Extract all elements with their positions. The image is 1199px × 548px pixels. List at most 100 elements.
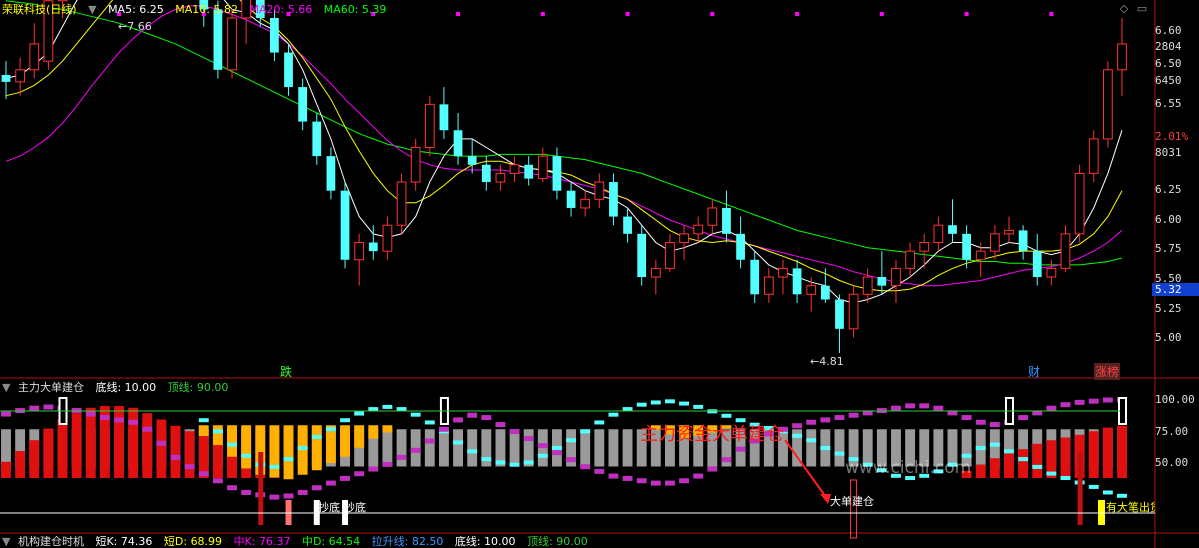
magenta-mark [170,454,181,460]
signal-dot [710,12,715,16]
high-annotation: ←7.66 [118,20,152,33]
candle-body [989,233,1000,252]
candle-body [778,267,788,278]
magenta-mark [707,466,718,472]
candle-body [57,0,68,2]
signal-dot [625,12,630,16]
candle-body [1032,251,1042,278]
cyan-mark [721,413,732,418]
bottom-label-2: 抄底 [344,501,366,514]
kline-chart[interactable] [0,0,1199,548]
candle-body [439,104,449,131]
cyan-mark [283,457,294,462]
ma60-label: MA60: 5.39 [323,3,387,16]
gray-bar [608,429,619,467]
diamond-icon[interactable]: ◇ [1118,3,1130,15]
cyan-mark [594,420,605,425]
signal-dot [1049,12,1054,16]
gray-bar [806,429,817,467]
stock-title[interactable]: 荣联科技 [2,3,46,16]
red-bar [1117,425,1127,478]
red-bar [989,458,1000,478]
candle-body [736,233,745,260]
axis-label: 6.50 [1155,57,1182,70]
candle-body [975,250,986,261]
candle-body [933,224,944,243]
candle-body [537,155,548,180]
cyan-mark [537,453,548,458]
magenta-mark [424,438,435,444]
cyan-mark [198,418,209,423]
sell-signal-label: 有大笔出货 [1106,501,1155,514]
red-bar [43,428,54,478]
indicator-axis-label: 75.00 [1155,425,1189,438]
gray-bar [580,429,591,467]
magenta-mark [99,415,110,421]
collapse-icon[interactable]: ▼ [88,3,96,16]
magenta-mark [919,403,930,409]
cyan-mark [495,460,506,465]
indicator-axis-label: 100.00 [1155,393,1195,406]
axis-label: 5.00 [1155,331,1182,344]
magenta-mark [184,464,195,470]
collapse-icon[interactable]: ▼ [2,536,10,548]
gold-bar [354,425,365,448]
magenta-mark [693,473,704,479]
ma5-line [5,0,1123,304]
event-marker-rise[interactable]: 涨榜 [1094,363,1121,380]
gold-bar [382,425,393,433]
magenta-mark [622,475,633,481]
collapse-icon[interactable]: ▼ [2,381,10,394]
bottom-strip: ▼ 机构建仓时机 短K: 74.36 短D: 68.99 中K: 76.37 中… [2,536,1152,548]
cyan-mark [509,462,520,467]
magenta-mark [340,475,350,481]
axis-label: 6.00 [1155,213,1182,226]
gold-bar [340,425,350,457]
candle-body [763,276,774,295]
red-bar [156,419,167,478]
cyan-mark [989,442,1000,447]
candle-body [552,156,562,191]
magenta-mark [227,485,237,491]
event-marker-fall[interactable]: 跌 [280,363,292,380]
big-order-bar [1077,452,1083,525]
event-marker-finance[interactable]: 财 [1028,363,1040,380]
gold-bar [283,425,294,480]
cyan-mark [424,420,435,425]
magenta-mark [1,411,11,417]
cyan-mark [227,442,237,447]
magenta-mark [523,436,534,442]
indicator-name[interactable]: 主力大单建仓 [18,381,84,394]
callout-label: 主力资金大单建仓 [640,424,784,445]
cyan-mark [1046,471,1057,476]
magenta-mark [495,422,506,428]
red-bar [114,406,124,478]
restore-icon[interactable]: ▭ [1136,3,1148,15]
magenta-mark [241,489,252,495]
candle-body [679,233,689,243]
cyan-mark [1004,449,1014,454]
signal-dot [540,12,545,16]
magenta-mark [283,493,294,499]
top-marker [1118,397,1127,425]
cyan-mark [354,411,365,416]
gray-bar [424,429,435,467]
candle-body [566,190,576,208]
cyan-mark [297,446,308,451]
magenta-mark [156,440,167,446]
axis-label: 6.25 [1155,183,1182,196]
candle-body [396,181,407,226]
magenta-mark [551,450,562,456]
red-bar [1088,431,1099,478]
candle-body [820,285,830,300]
strip-name[interactable]: 机构建仓时机 [18,536,84,548]
red-bar [975,464,986,478]
magenta-mark [1088,398,1099,404]
gold-bar [241,425,252,469]
gray-bar [382,429,393,467]
big-order-label: 大单建仓 [830,495,874,508]
cyan-mark [1060,476,1071,481]
magenta-mark [665,480,675,486]
gold-bar [212,425,223,446]
magenta-mark [650,480,661,486]
